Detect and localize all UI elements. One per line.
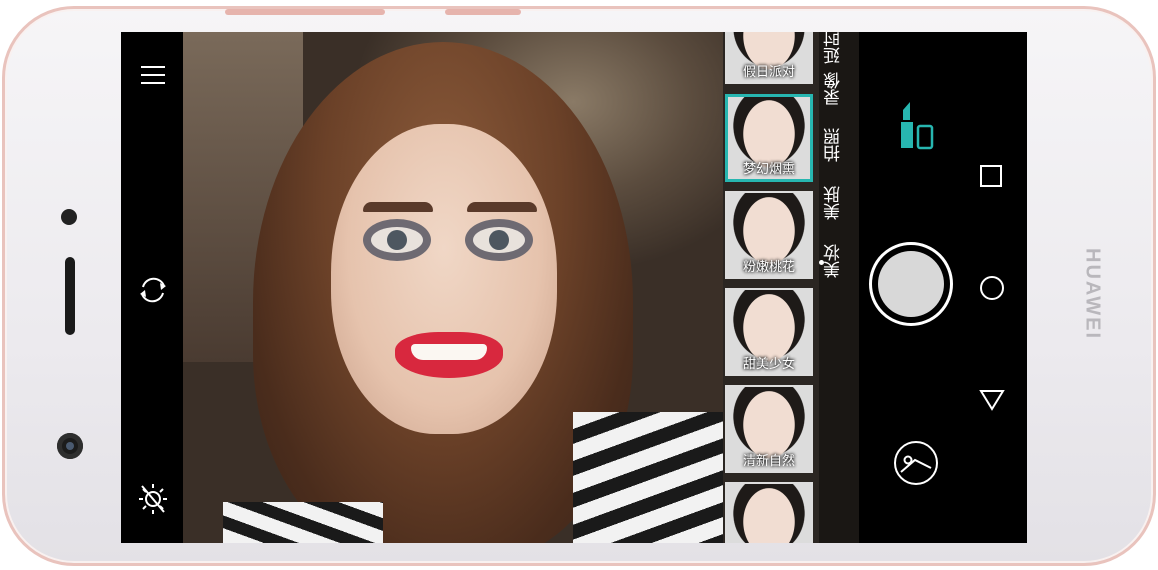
gallery-thumbnail-icon[interactable] <box>893 440 939 490</box>
filter-thumbnail[interactable]: 甜美少女 <box>725 288 813 376</box>
right-eye <box>473 227 525 253</box>
recents-square-icon[interactable] <box>979 164 1003 192</box>
shutter-button[interactable] <box>869 242 953 326</box>
mode-beauty-skin[interactable]: 美肤 <box>824 186 851 220</box>
camera-screen: 假日派对 梦幻烟熏 粉嫩桃花 甜美少女 清新自然 延时 录像 拍照 美肤 美妆 <box>121 32 1027 543</box>
filter-thumbnail[interactable] <box>725 482 813 543</box>
filter-thumbnail[interactable]: 清新自然 <box>725 385 813 473</box>
filter-label: 甜美少女 <box>742 357 795 372</box>
filter-label: 粉嫩桃花 <box>742 260 795 275</box>
filter-label: 清新自然 <box>742 454 795 469</box>
left-eyebrow <box>363 202 433 212</box>
right-eyebrow <box>467 202 537 212</box>
front-camera <box>61 209 77 225</box>
mode-timelapse[interactable]: 延时 <box>824 32 851 64</box>
hamburger-menu-icon[interactable] <box>140 64 166 90</box>
subject-shirt-left <box>223 502 383 543</box>
mode-makeup[interactable]: 美妆 <box>824 244 851 278</box>
home-circle-icon[interactable] <box>979 275 1005 305</box>
back-triangle-icon[interactable] <box>979 388 1005 416</box>
mode-video[interactable]: 录像 <box>824 72 851 106</box>
subject-shirt <box>573 412 723 543</box>
left-control-bar <box>121 32 183 543</box>
filter-label: 假日派对 <box>742 65 795 80</box>
proximity-sensor <box>57 433 83 459</box>
flash-off-icon[interactable] <box>138 482 168 520</box>
switch-camera-icon[interactable] <box>137 275 169 309</box>
makeup-filter-strip: 假日派对 梦幻烟熏 粉嫩桃花 甜美少女 清新自然 <box>723 32 819 543</box>
earpiece-speaker <box>65 257 75 335</box>
lipstick-icon[interactable] <box>897 98 935 156</box>
subject-teeth <box>411 344 487 360</box>
camera-preview[interactable] <box>183 32 723 543</box>
left-eye <box>371 227 423 253</box>
brand-logo: HUAWEI <box>1081 248 1104 340</box>
right-control-bar <box>859 32 1027 543</box>
subject-face <box>331 124 557 434</box>
filter-thumbnail[interactable]: 粉嫩桃花 <box>725 191 813 279</box>
filter-thumbnail-selected[interactable]: 梦幻烟熏 <box>725 94 813 182</box>
filter-thumbnail[interactable]: 假日派对 <box>725 32 813 84</box>
power-button <box>445 9 521 15</box>
filter-label: 梦幻烟熏 <box>742 162 795 177</box>
mode-selector: 延时 录像 拍照 美肤 美妆 <box>819 32 859 543</box>
volume-button <box>225 9 385 15</box>
mode-photo[interactable]: 拍照 <box>824 128 851 162</box>
